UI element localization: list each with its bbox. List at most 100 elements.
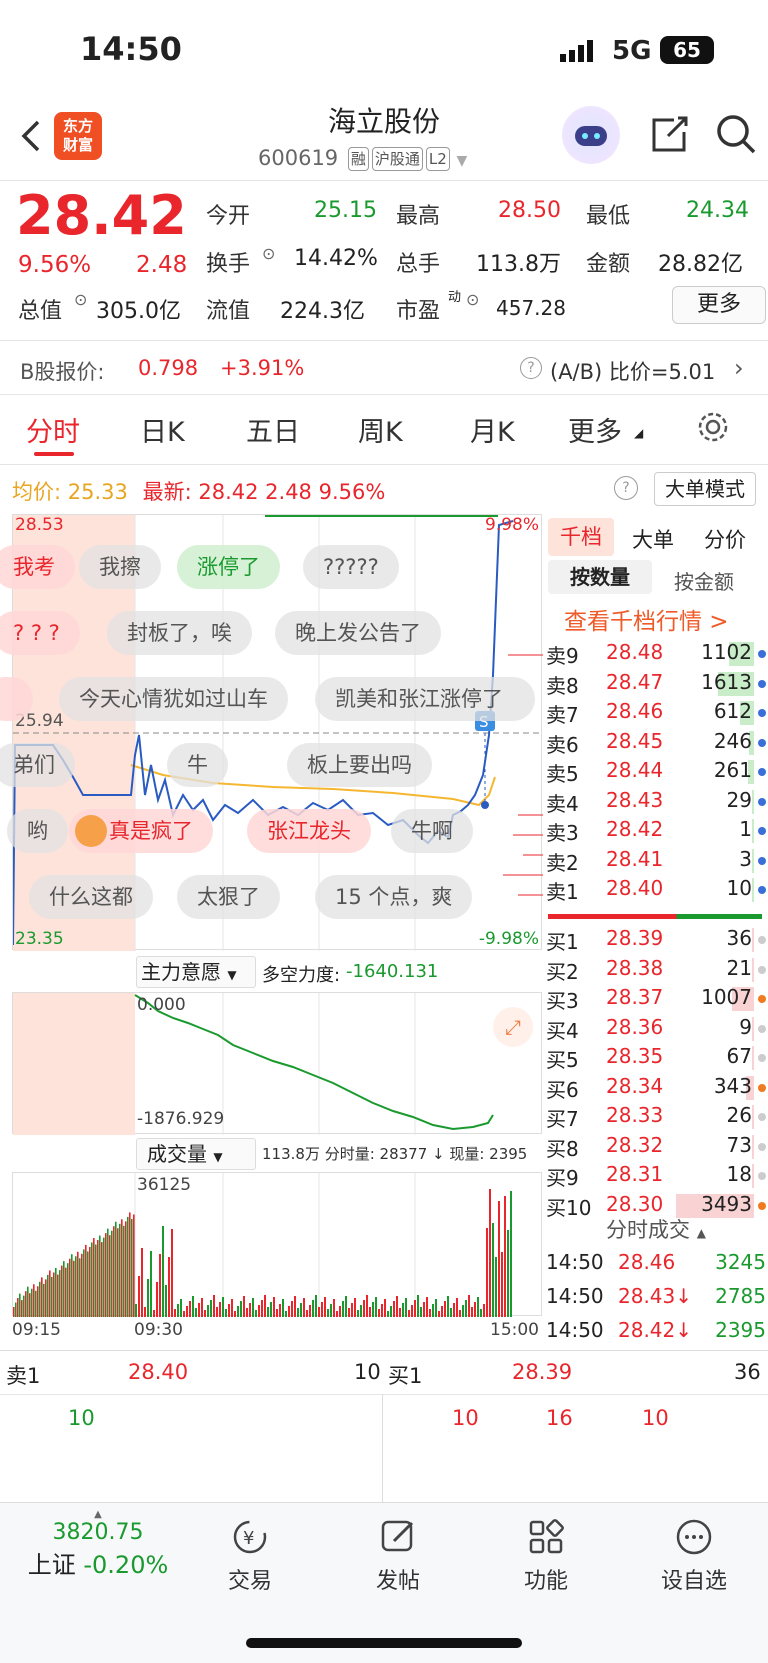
comment-bubble: ????? [303,545,399,589]
side-tab-thousand[interactable]: 千档 [548,518,614,556]
post-button[interactable]: 发帖 [338,1513,458,1595]
level-qty: 1 [739,817,752,841]
level-price: 28.48 [606,640,664,664]
volume-name: 成交量 [147,1142,207,1166]
comment-bubble: 15 个点，爽 [315,875,473,919]
battery-level: 65 [673,38,701,62]
tag-margin: 融 [347,147,369,171]
expand-icon[interactable]: ⤢ [493,1007,533,1047]
tab-daily-k[interactable]: 日K [140,410,185,449]
ask-row: 卖7 28.46 612 [546,699,766,728]
dot-icon [758,1024,766,1033]
spread-bar [548,914,762,919]
side-tab-large[interactable]: 大单 [632,524,674,554]
last-pct: 9.56% [318,480,386,504]
level-price: 28.33 [606,1103,664,1127]
queue-sell-item: 10 [68,1406,95,1430]
level-price: 28.47 [606,669,664,694]
sub-tab-amount[interactable]: 按金额 [674,566,734,595]
view-thousand-link[interactable]: 查看千档行情 > [564,602,729,636]
tab-monthly-k[interactable]: 月K [470,410,515,449]
level-price: 28.46 [606,699,664,723]
trade-button[interactable]: ¥ 交易 [190,1513,310,1595]
dot-icon [758,768,766,776]
chevron-right-icon[interactable]: › [734,354,744,382]
tab-five-day[interactable]: 五日 [246,410,300,449]
search-icon[interactable] [714,112,758,156]
index-widget[interactable]: ▲ 3820.75 上证 -0.20% [18,1509,178,1580]
avatar [75,815,107,847]
level-label: 买7 [546,1107,579,1131]
tab-intraday[interactable]: 分时 [26,410,80,449]
high-value: 28.50 [498,198,561,223]
info-icon[interactable]: ⊙ [74,290,87,309]
pe-superscript: 动 [448,290,462,305]
tab-more[interactable]: 更多 [568,410,622,449]
info-icon[interactable]: ⊙ [262,244,275,263]
info-icon[interactable]: ⊙ [466,290,479,309]
more-button[interactable]: 更多 [672,286,766,324]
level-qty: 26 [726,1103,752,1127]
comment-bubble: 什么这都 [29,875,153,919]
tab-weekly-k[interactable]: 周K [358,410,403,449]
divider [0,464,768,465]
share-icon[interactable] [648,114,690,156]
home-indicator[interactable] [246,1638,522,1648]
ask-row: 卖8 28.47 1613 [546,670,766,699]
level-qty: 1007 [701,985,752,1009]
level-label: 买8 [546,1136,579,1161]
sub-tab-quantity[interactable]: 按数量 [548,560,652,594]
ask-row: 卖6 28.45 246 [546,729,766,758]
level-label: 卖3 [546,821,579,845]
bottom-price-label: 23.35 [15,929,64,949]
indicator-name: 主力意愿 [141,960,221,984]
bid-row: 买9 28.31 18 [546,1162,766,1191]
level-qty: 67 [726,1044,752,1068]
bottom-pct-label: -9.98% [478,929,539,949]
intraday-chart[interactable]: S 28.53 9.98% 25.94 23.35 -9.98% 我考 我擦 涨… [0,514,543,951]
bid-row: 买7 28.33 26 [546,1103,766,1132]
pe-label: 市盈 [396,299,441,324]
volume-selector[interactable]: 成交量 ▼ [136,1138,256,1170]
indicator-selector[interactable]: 主力意愿 ▼ [136,956,256,988]
stock-code-row[interactable]: 600619 融沪股通 L2 ▼ [258,146,467,171]
level-price: 28.45 [606,728,664,753]
avg-label: 均价: [12,480,62,504]
last-chg: 2.48 [265,480,312,504]
dot-icon [758,679,766,688]
open-label: 今开 [206,204,251,229]
ticks-title[interactable]: 分时成交 ▲ [606,1214,706,1244]
assistant-avatar[interactable] [562,106,620,164]
volume-bar [752,1016,754,1041]
settings-icon[interactable] [696,410,730,444]
add-watchlist-label: 设自选 [660,1569,727,1594]
dot-icon [758,1083,766,1092]
level-label: 买2 [546,959,579,984]
level-label: 买10 [546,1195,592,1220]
tag-connect: 沪股通 [371,147,423,171]
level-qty: 3 [739,846,752,871]
status-bar: 14:50 5G 65 [0,0,768,100]
bid-row: 买8 28.32 73 [546,1133,766,1162]
turnover-label: 换手 [206,252,251,277]
large-order-mode-button[interactable]: 大单模式 [654,472,756,506]
add-watchlist-button[interactable]: 设自选 [634,1513,754,1595]
signal-icon [560,40,600,62]
dropdown-icon: ▼ [213,1150,223,1164]
level-label: 买4 [546,1018,579,1043]
top-price-label: 28.53 [15,515,64,535]
side-tab-price[interactable]: 分价 [704,524,746,554]
level-label: 卖4 [546,791,579,816]
queue-buy-price: 28.39 [512,1360,573,1384]
comment-bubble: 弟们 [0,743,75,787]
comment-bubble: 牛 [167,743,228,787]
dropdown-icon[interactable]: ▼ [456,153,467,169]
help-icon[interactable]: ? [520,357,542,379]
change-pct: 9.56% [18,252,92,278]
volume-chart[interactable]: 36125 [12,1172,542,1317]
indicator-chart[interactable]: 0.000 -1876.929 ⤢ [12,992,542,1135]
help-icon[interactable]: ? [614,476,638,500]
dot-icon [758,1142,766,1151]
functions-button[interactable]: 功能 [486,1513,606,1595]
caret-up-icon: ▲ [94,1509,102,1520]
